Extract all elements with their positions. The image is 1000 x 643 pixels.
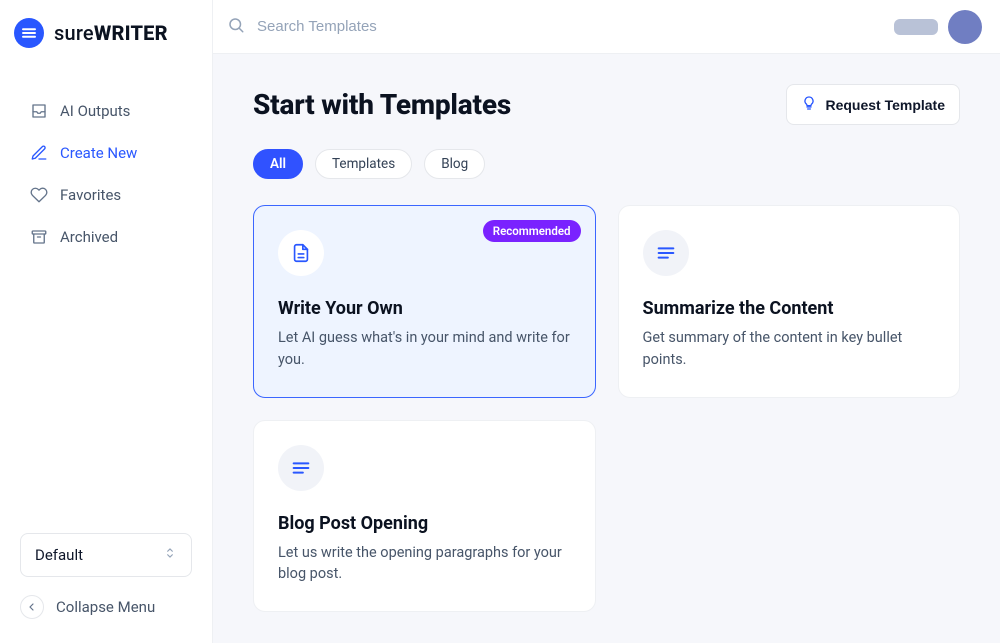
lines-icon	[643, 230, 689, 276]
filter-chip-blog[interactable]: Blog	[424, 149, 485, 179]
avatar[interactable]	[948, 10, 982, 44]
brand-mark-icon	[14, 18, 44, 48]
sidebar-bottom: Default Collapse Menu	[0, 515, 212, 643]
tag-skeleton	[894, 19, 938, 35]
cards-grid: Recommended Write Your Own Let AI guess wh…	[253, 205, 960, 612]
card-title: Summarize the Content	[643, 298, 936, 319]
content: Start with Templates Request Template Al…	[213, 54, 1000, 643]
sidebar-item-label: Archived	[60, 228, 118, 246]
heart-icon	[30, 186, 48, 204]
chevron-left-icon	[20, 595, 44, 619]
sidebar-item-label: Favorites	[60, 186, 121, 204]
sidebar-item-archived[interactable]: Archived	[0, 218, 212, 256]
filter-chip-templates[interactable]: Templates	[315, 149, 412, 179]
filter-chip-all[interactable]: All	[253, 149, 303, 179]
sidebar-item-label: Create New	[60, 144, 137, 162]
page-title: Start with Templates	[253, 88, 511, 121]
brand-text: sureWRITER	[54, 21, 168, 45]
topbar	[213, 0, 1000, 54]
card-description: Let us write the opening paragraphs for …	[278, 542, 571, 586]
recommended-badge: Recommended	[483, 220, 581, 242]
brand-logo[interactable]: sureWRITER	[0, 0, 212, 66]
workspace-select[interactable]: Default	[20, 533, 192, 577]
template-card-blog-post-opening[interactable]: Blog Post Opening Let us write the openin…	[253, 420, 596, 613]
main: Start with Templates Request Template Al…	[213, 0, 1000, 643]
search-input[interactable]	[257, 18, 880, 35]
card-title: Write Your Own	[278, 298, 571, 319]
lightbulb-icon	[801, 95, 817, 114]
sidebar: sureWRITER AI Outputs Create New Favorites…	[0, 0, 213, 643]
request-template-button[interactable]: Request Template	[786, 84, 960, 125]
brand-bold: WRITER	[94, 21, 168, 45]
sidebar-item-ai-outputs[interactable]: AI Outputs	[0, 92, 212, 130]
card-title: Blog Post Opening	[278, 513, 571, 534]
edit-icon	[30, 144, 48, 162]
sidebar-nav: AI Outputs Create New Favorites Archived	[0, 92, 212, 256]
archive-icon	[30, 228, 48, 246]
sidebar-item-label: AI Outputs	[60, 102, 130, 120]
search-icon	[227, 16, 245, 38]
card-description: Let AI guess what's in your mind and wri…	[278, 327, 571, 371]
collapse-menu-label: Collapse Menu	[56, 598, 155, 616]
card-description: Get summary of the content in key bullet…	[643, 327, 936, 371]
brand-pre: sure	[54, 21, 94, 45]
file-icon	[278, 230, 324, 276]
collapse-menu-button[interactable]: Collapse Menu	[20, 593, 192, 621]
template-card-summarize-the-content[interactable]: Summarize the Content Get summary of the …	[618, 205, 961, 398]
sidebar-item-create-new[interactable]: Create New	[0, 134, 212, 172]
inbox-icon	[30, 102, 48, 120]
header-row: Start with Templates Request Template	[253, 84, 960, 125]
chevron-updown-icon	[163, 546, 177, 564]
workspace-select-value: Default	[35, 546, 83, 564]
search	[227, 16, 880, 38]
request-template-label: Request Template	[825, 97, 945, 113]
filters: All Templates Blog	[253, 149, 960, 179]
topbar-right	[894, 10, 982, 44]
lines-icon	[278, 445, 324, 491]
template-card-write-your-own[interactable]: Recommended Write Your Own Let AI guess wh…	[253, 205, 596, 398]
sidebar-item-favorites[interactable]: Favorites	[0, 176, 212, 214]
